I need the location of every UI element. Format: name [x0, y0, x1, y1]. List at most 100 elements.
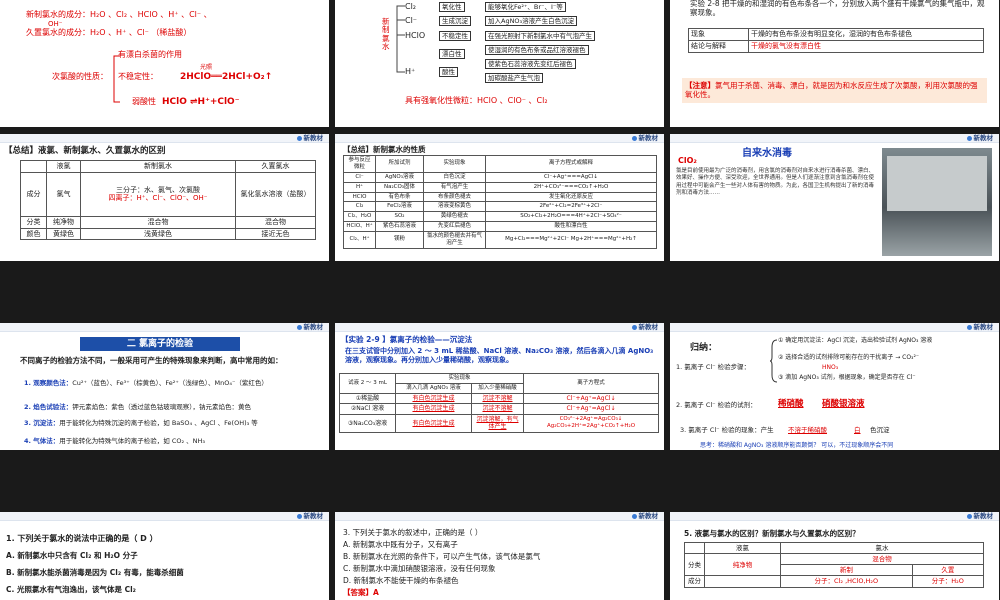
answer-insoluble: 不溶于稀硝酸: [788, 426, 827, 434]
intro-text: 不同离子的检验方法不同，一般采用可产生的特殊现象来判断，高中常用的如：: [20, 356, 283, 365]
photo-placeholder: [882, 148, 992, 256]
slide-header: 新教材: [335, 323, 664, 332]
species-hclo: HClO: [405, 31, 426, 40]
cell: Na₂CO₃固体: [375, 181, 424, 193]
cell: 发生氧化还原反应: [485, 191, 657, 203]
cell: 接近无色: [235, 227, 316, 241]
cell: Cl⁻: [343, 171, 376, 183]
option-a: A. 新制氯水中只含有 Cl₂ 和 H₂O 分子: [6, 551, 138, 560]
cell: 白色沉淀: [423, 171, 486, 183]
slide-tap-water-disinfection[interactable]: 新教材 ClO₂ 自来水消毒 氯是目前使用最为广泛的消毒剂，用含氯的消毒剂对自来…: [670, 134, 999, 261]
slide-summary-chloride-test[interactable]: 新教材 归纳： 1. 氯离子 Cl⁻ 检验步骤： ① 确定用沉淀法：AgCl 沉…: [670, 323, 999, 450]
table-row: Cl⁻ AgNO₃溶液 白色沉淀 Cl⁻+Ag⁺===AgCl↓: [343, 171, 657, 183]
effect-4: 使湿润的有色布条或品红溶液褪色: [485, 45, 589, 56]
cell: 试液 2 ～ 3 mL: [339, 373, 396, 394]
question: 1. 下列关于氯水的说法中正确的是（ D ）: [6, 534, 158, 543]
method-text: 钾元素焰色：紫色（透过蓝色钴玻璃观察），钠元素焰色：黄色: [72, 403, 252, 411]
cell: 先变红后褪色: [423, 221, 486, 232]
vertical-label: 新制氯水: [382, 17, 390, 51]
slide-summary-liquid-chlorine[interactable]: 新教材 【总结】液氯、新制氯水、久置氯水的区别 液氯 新制氯水 久置氯水 成分 氯气三…: [0, 134, 329, 261]
method-4: 4. 气体法：用于能转化为特殊气体的离子检验，如 CO₂ 、NH₃: [24, 437, 324, 445]
label: 具有强氧化性微粒：: [405, 96, 477, 105]
clo2-badge: ClO₂: [678, 156, 697, 165]
slide-header: 新教材: [0, 512, 329, 521]
section-title: 二 氯离子的检验: [80, 337, 240, 351]
cell: 离子方程式: [523, 373, 659, 394]
slide-experiment-2-9[interactable]: 新教材 【实验 2-9 】氯离子的检验——沉淀法 在三支试管中分别加入 2 ～ …: [335, 323, 664, 450]
slide-header: 新教材: [670, 512, 999, 521]
effect-3: 在强光照射下新制氯水中有气泡产生: [485, 31, 595, 42]
steps-brace: [770, 339, 778, 383]
cell: 三分子：水、氯气、次氯酸 四离子：H⁺、Cl⁻、ClO⁻、OH⁻: [80, 171, 236, 217]
unstable-label: 不稳定性：: [118, 72, 158, 81]
prop-oxidizing: 氧化性: [439, 2, 465, 13]
table-row: 颜色 黄绿色 浅黄绿色 接近无色: [20, 227, 316, 241]
effect-1: 能够氧化Fe²⁺、Br⁻、I⁻等: [485, 2, 566, 13]
reagent-label: 2. 氯离子 Cl⁻ 检验的试剂：: [676, 401, 757, 409]
cell: 2H⁺+CO₃²⁻===CO₂↑+H₂O: [485, 181, 657, 193]
steps-label: 1. 氯离子 Cl⁻ 检验步骤：: [676, 363, 751, 371]
comparison-table: 液氯 氯水 分类 纯净物 混合物 新制 久置 成分 分子：Cl₂ ,HClO,H₂O 分子：…: [684, 541, 985, 588]
brand-logo: 新教材: [297, 323, 324, 331]
slide-header: 新教材: [670, 134, 999, 143]
cell: 参与反应微粒: [343, 155, 376, 173]
table-row: Cl₂、H⁺ 镁粉 氯水的颜色褪去并有气泡产生 Mg+Cl₂===Mg²⁺+2Cl⁻ …: [343, 231, 657, 249]
answer-silver-nitrate: 硝酸银溶液: [822, 399, 865, 409]
effect-2: 加入AgNO₃溶液产生白色沉淀: [485, 16, 578, 27]
value: H₂O 、Cl₂ 、HClO 、H⁺ 、Cl⁻ 、: [90, 10, 212, 19]
experiment-title: 【实验 2-9 】氯离子的检验——沉淀法: [341, 335, 473, 344]
slide-chloride-detection[interactable]: 新教材 二 氯离子的检验 不同离子的检验方法不同，一般采用可产生的特殊现象来判断…: [0, 323, 329, 450]
cell: FeCl₂溶液: [375, 201, 424, 213]
cell: Cl₂、H₂O: [343, 211, 376, 223]
step-2: ② 选择合适的试剂排除可能存在的干扰离子 → CO₃²⁻: [778, 354, 920, 361]
decomposition-equation: 2HClO══2HCl+O₂↑: [180, 72, 273, 82]
cell: Cl⁻+Ag⁺===AgCl↓: [485, 171, 657, 183]
cell: 沉淀溶解，有气体产生: [471, 413, 524, 433]
table-header: 参与反应微粒 所加试剂 实验现象 离子方程式或解释: [343, 155, 657, 173]
method-text: 用于能转化为特殊沉淀的离子检验，如 BaSO₄ 、AgCl 、Fe(OH)₃ 等: [59, 419, 258, 427]
cell: 沉淀不溶解: [471, 392, 524, 405]
slide-title: 自来水消毒: [742, 148, 792, 159]
hclo-property-label: 次氯酸的性质：: [52, 72, 108, 81]
cell: 所加试剂: [375, 155, 424, 173]
option-b: B. 新制氯水在光照的条件下，可以产生气体，该气体是氯气: [343, 552, 541, 561]
slide-hclo-properties[interactable]: 新制氯水的成分：H₂O 、Cl₂ 、HClO 、H⁺ 、Cl⁻ 、 OH⁻ 久置…: [0, 0, 329, 127]
table-header: 试液 2 ～ 3 mL 实验现象 离子方程式: [339, 373, 659, 394]
method-1: 1. 观察颜色法：Cu²⁺（蓝色）、Fe³⁺（棕黄色）、Fe²⁺（浅绿色）、Mn…: [24, 379, 324, 387]
cell: 有气泡产生: [423, 181, 486, 193]
cell: SO₂: [375, 211, 424, 223]
slide-header: 新教材: [335, 512, 664, 521]
cell: 滴入几滴 AgNO₃ 溶液: [395, 382, 472, 394]
answer-nitric-acid: 稀硝酸: [778, 399, 804, 409]
slide-chlorine-water-map[interactable]: 新制氯水 Cl₂ Cl⁻ HClO H⁺ 氧化性 生成沉淀 不稳定性 漂白性 酸…: [335, 0, 664, 127]
slide-summary-new-chlorine-water[interactable]: 新教材 【总结】新制氯水的性质 参与反应微粒 所加试剂 实验现象 离子方程式或解释 C…: [335, 134, 664, 261]
cell: ②NaCl 溶液: [339, 403, 396, 415]
brand-logo: 新教材: [297, 134, 324, 142]
row-key: 现象: [688, 28, 749, 41]
cell: 氯气: [46, 171, 81, 217]
article-body: 氯是目前使用最为广泛的消毒剂，用含氯的消毒剂对自来水进行消毒杀菌、漂白、效果好、…: [676, 168, 875, 197]
phenomenon-label: 3. 氯离子 Cl⁻ 检验的现象：产生: [680, 426, 774, 434]
cell: ③Na₂CO₃溶液: [339, 413, 396, 433]
slide-exercise-1[interactable]: 新教材 1. 下列关于氯水的说法中正确的是（ D ） A. 新制氯水中只含有 C…: [0, 512, 329, 600]
slide-experiment-2-8[interactable]: 实验 2-8 把干燥的和湿润的有色布条各一个，分别放入两个盛有干燥氯气的集气瓶中…: [670, 0, 999, 127]
slide-exercise-5[interactable]: 新教材 5. 液氯与氯水的区别？新制氯水与久置氯水的区别？ 液氯 氯水 分类 纯净物…: [670, 512, 999, 600]
slide-exercise-3[interactable]: 新教材 3. 下列关于氯水的叙述中，正确的是（ ） A. 新制氯水中既有分子，又…: [335, 512, 664, 600]
table-row: 分类 纯净物 混合物 混合物: [20, 215, 316, 229]
properties-table: 参与反应微粒 所加试剂 实验现象 离子方程式或解释 Cl⁻ AgNO₃溶液 白色沉淀 Cl⁻…: [343, 155, 657, 249]
table-row: 成分 分子：Cl₂ ,HClO,H₂O 分子：H₂O: [684, 575, 985, 588]
precipitate-label: 色沉淀: [870, 426, 890, 434]
cell: 黄绿色: [46, 227, 81, 241]
cell: 有色布条: [375, 191, 424, 203]
option-d: D. 新制氯水不能使干燥的布条褪色: [343, 576, 459, 585]
cell: Cl⁻+Ag⁺=AgCl↓: [523, 403, 659, 415]
cell: H⁺: [343, 181, 376, 193]
cell: [704, 575, 781, 588]
option-c: C. 光照氯水有气泡逸出，该气体是 Cl₂: [6, 585, 136, 594]
brand-logo: 新教材: [297, 512, 324, 520]
slide-header: 新教材: [0, 323, 329, 332]
cell: 有白色沉淀生成: [395, 392, 472, 405]
cell: 纯净物: [46, 215, 81, 229]
cell: 溶液变棕黄色: [423, 201, 486, 213]
cell: 2Fe²⁺+Cl₂=2Fe³⁺+2Cl⁻: [485, 201, 657, 213]
